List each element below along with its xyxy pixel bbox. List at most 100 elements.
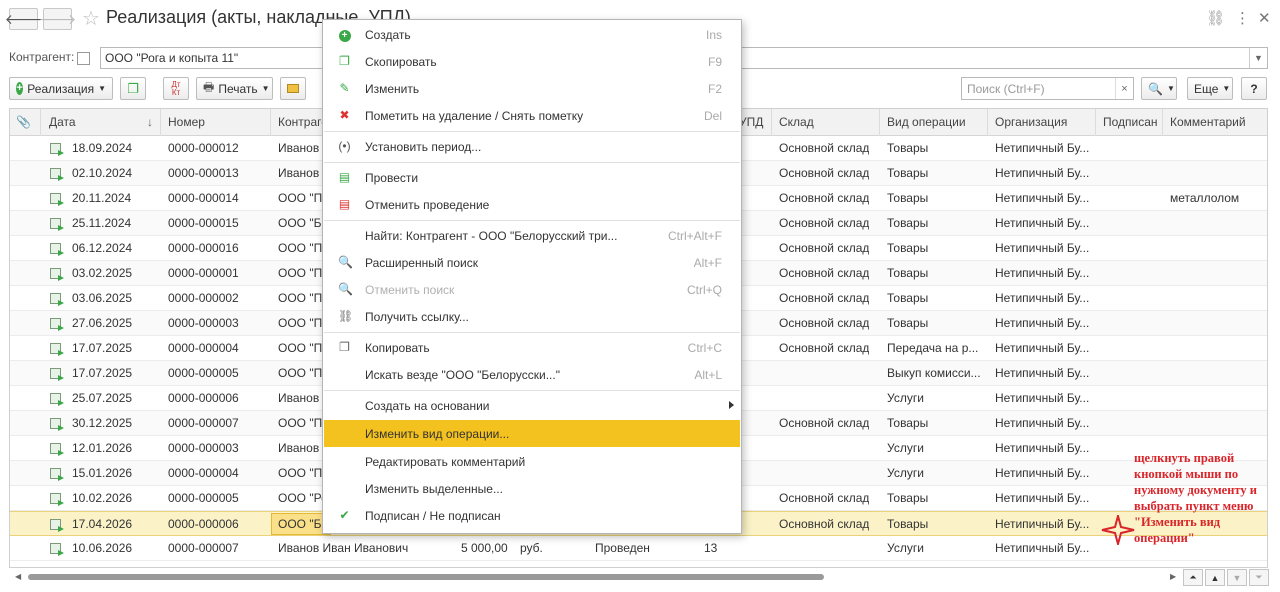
cell-date: 30.12.2025: [72, 416, 133, 430]
col-number[interactable]: Номер: [168, 115, 205, 129]
cell-date: 10.02.2026: [72, 491, 133, 505]
last-page-button[interactable]: ⏷: [1249, 569, 1269, 586]
cell-vid-operacii: Товары: [887, 416, 929, 430]
cell-number: 0000-000002: [168, 291, 239, 305]
link-icon[interactable]: ⛓: [1206, 9, 1225, 27]
menu-item-get-link[interactable]: ⛓ Получить ссылку...: [324, 303, 740, 330]
cell-date: 12.01.2026: [72, 441, 133, 455]
cell-vid-operacii: Товары: [887, 216, 929, 230]
back-button[interactable]: 🡐: [5, 8, 42, 30]
col-vid-operacii[interactable]: Вид операции: [887, 115, 966, 129]
cell-number: 0000-000006: [168, 391, 239, 405]
menu-item-set-period[interactable]: (•) Установить период...: [324, 133, 740, 160]
clear-icon[interactable]: ×: [1115, 78, 1133, 99]
menu-item-create[interactable]: + Создать Ins: [324, 21, 740, 48]
more-button[interactable]: Еще ▼: [1187, 77, 1233, 100]
menu-item-search-everywhere[interactable]: Искать везде "ООО "Белорусски..." Alt+L: [324, 361, 740, 388]
realization-button[interactable]: + Реализация ▼: [9, 77, 113, 100]
document-posted-icon: [50, 243, 61, 254]
cell-organizaciya: Нетипичный Бу...: [995, 266, 1090, 280]
cell-kontragent: Иванов Иван Иванович: [278, 541, 409, 555]
chevron-down-icon[interactable]: ▼: [1249, 48, 1267, 68]
cell-number: 0000-000006: [168, 517, 239, 531]
document-posted-icon: [50, 143, 61, 154]
cell-organizaciya: Нетипичный Бу...: [995, 341, 1090, 355]
col-upd[interactable]: УПД: [739, 115, 763, 129]
more-label: Еще: [1194, 81, 1219, 96]
page-down-icon: ▼: [1232, 572, 1242, 583]
col-comment[interactable]: Комментарий: [1170, 115, 1246, 129]
cell-organizaciya: Нетипичный Бу...: [995, 517, 1090, 531]
page-up-button[interactable]: ▲: [1205, 569, 1225, 586]
page-down-button[interactable]: ▼: [1227, 569, 1247, 586]
search-button[interactable]: 🔍 ▼: [1141, 77, 1177, 100]
cell-number: 0000-000003: [168, 441, 239, 455]
menu-item-post[interactable]: ▤ Провести: [324, 164, 740, 191]
document-posted-icon: [50, 218, 61, 229]
menu-item-signed[interactable]: ✔ Подписан / Не подписан: [324, 502, 740, 529]
menu-item-unpost[interactable]: ▤ Отменить проведение: [324, 191, 740, 218]
cell-organizaciya: Нетипичный Бу...: [995, 191, 1090, 205]
close-icon[interactable]: ✕: [1258, 9, 1271, 27]
cell-vid-operacii: Товары: [887, 517, 929, 531]
table-row[interactable]: 10.06.2026 0000-000007 Иванов Иван Иванови…: [10, 536, 1267, 561]
cell-organizaciya: Нетипичный Бу...: [995, 491, 1090, 505]
menu-item-copy-doc[interactable]: ❐ Скопировать F9: [324, 48, 740, 75]
plus-icon: +: [16, 82, 24, 95]
menu-item-copy[interactable]: ❐ Копировать Ctrl+C: [324, 334, 740, 361]
cell-date: 10.06.2026: [72, 541, 133, 555]
scroll-left-icon[interactable]: ◀: [15, 572, 21, 581]
more-vertical-icon[interactable]: ⋮: [1235, 9, 1250, 27]
submenu-arrow-icon: [729, 401, 734, 409]
menu-item-edit[interactable]: ✎ Изменить F2: [324, 75, 740, 102]
menu-item-edit-comment[interactable]: Редактировать комментарий: [324, 448, 740, 475]
menu-item-advanced-search[interactable]: 🔍 Расширенный поиск Alt+F: [324, 249, 740, 276]
col-organizaciya[interactable]: Организация: [995, 115, 1067, 129]
chevron-down-icon: ▼: [261, 84, 270, 93]
cell-vid-operacii: Услуги: [887, 541, 924, 555]
col-podpisan[interactable]: Подписан: [1103, 115, 1158, 129]
kontragent-checkbox[interactable]: [77, 52, 90, 65]
email-button[interactable]: [280, 77, 306, 100]
cell-number: 0000-000013: [168, 166, 239, 180]
forward-button[interactable]: 🡒: [39, 8, 76, 30]
cell-number: 0000-000016: [168, 241, 239, 255]
menu-item-create-based-on[interactable]: Создать на основании: [324, 392, 740, 419]
cell-vid-operacii: Выкуп комисси...: [887, 366, 981, 380]
favorite-star-icon[interactable]: ☆: [82, 6, 100, 31]
first-page-button[interactable]: ⏶: [1183, 569, 1203, 586]
cell-date: 17.04.2026: [72, 517, 133, 531]
envelope-icon: [287, 84, 299, 93]
cell-number: 0000-000004: [168, 341, 239, 355]
chevron-down-icon: ▼: [1222, 84, 1231, 93]
cell-number: 0000-000005: [168, 366, 239, 380]
dt-kt-button[interactable]: Дт Кт: [163, 77, 189, 100]
col-date[interactable]: Дата: [49, 115, 76, 129]
plus-circle-icon: +: [338, 28, 351, 42]
scroll-right-icon[interactable]: ▶: [1170, 572, 1176, 581]
menu-item-edit-selected[interactable]: Изменить выделенные...: [324, 475, 740, 502]
cell-kontragent: Иванов: [278, 391, 320, 405]
col-sklad[interactable]: Склад: [779, 115, 814, 129]
search-input[interactable]: Поиск (Ctrl+F) ×: [961, 77, 1134, 100]
cell-sklad: Основной склад: [779, 291, 870, 305]
cell-organizaciya: Нетипичный Бу...: [995, 366, 1090, 380]
cell-number: 0000-000005: [168, 491, 239, 505]
cell-currency: руб.: [520, 541, 543, 555]
horizontal-scrollbar[interactable]: [28, 574, 824, 580]
menu-item-find[interactable]: Найти: Контрагент - ООО "Белорусский три…: [324, 222, 740, 249]
menu-item-cancel-search[interactable]: 🔍 Отменить поиск Ctrl+Q: [324, 276, 740, 303]
cell-sklad: Основной склад: [779, 216, 870, 230]
cell-vid-operacii: Передача на р...: [887, 341, 979, 355]
post-document-icon: ▤: [338, 170, 351, 184]
print-button[interactable]: 🖶 Печать ▼: [196, 77, 273, 100]
menu-item-mark-delete[interactable]: ✖ Пометить на удаление / Снять пометку D…: [324, 102, 740, 129]
help-button[interactable]: ?: [1241, 77, 1267, 100]
sparkle-marker-icon: [1101, 515, 1135, 545]
document-posted-icon: [50, 493, 61, 504]
document-posted-icon: [50, 368, 61, 379]
copy-doc-button[interactable]: ❐: [120, 77, 146, 100]
cell-date: 20.11.2024: [72, 191, 132, 205]
menu-item-change-operation-type[interactable]: Изменить вид операции...: [324, 420, 740, 447]
last-page-icon: ⏷: [1255, 572, 1263, 582]
